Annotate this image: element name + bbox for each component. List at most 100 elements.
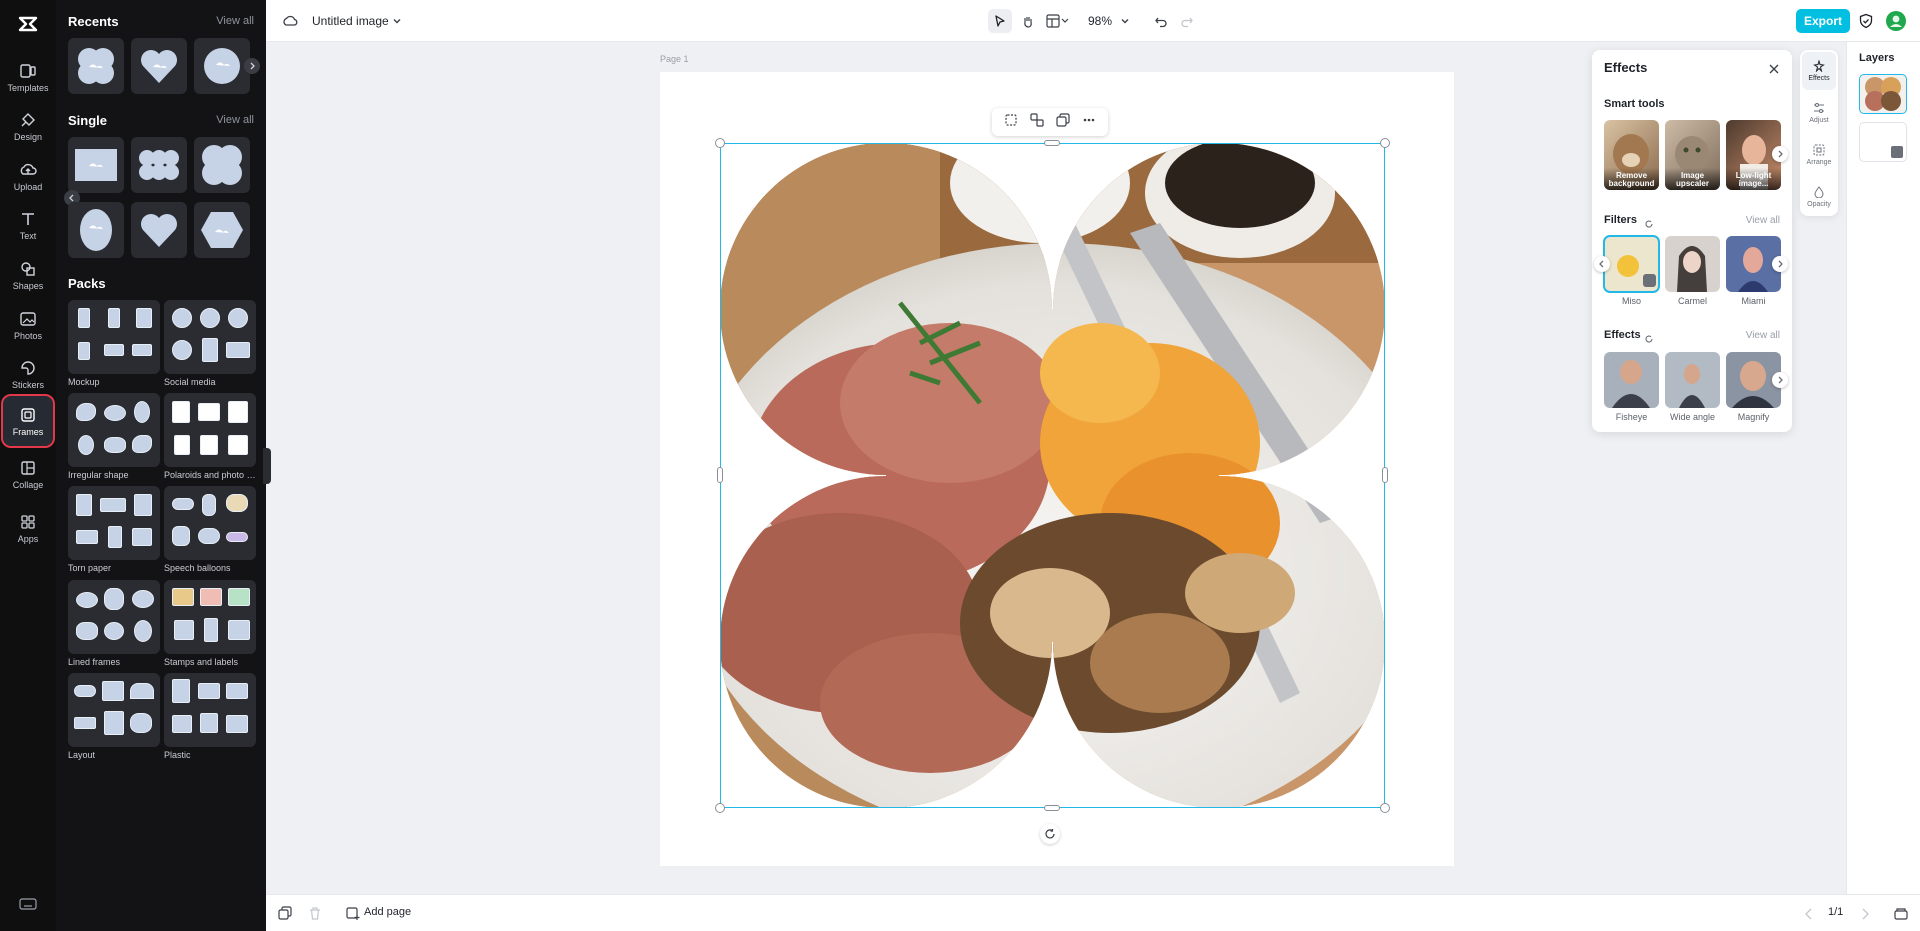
redo-icon[interactable]	[1180, 9, 1194, 33]
rail-item-collage[interactable]: Collage	[3, 451, 53, 497]
page-layers-icon[interactable]	[278, 906, 292, 925]
smart-tools-next-arrow[interactable]	[1772, 146, 1788, 162]
more-options-icon[interactable]	[1082, 113, 1096, 132]
resize-handle-se[interactable]	[1380, 803, 1390, 813]
title-dropdown-chevron-icon[interactable]	[392, 9, 402, 33]
rail-item-templates[interactable]: Templates	[3, 54, 53, 100]
tool-opacity[interactable]: Opacity	[1802, 178, 1836, 216]
effects-next-arrow[interactable]	[1772, 372, 1788, 388]
rail-item-shapes[interactable]: Shapes	[3, 252, 53, 298]
resize-handle-w[interactable]	[717, 467, 723, 483]
filters-next-arrow[interactable]	[1772, 256, 1788, 272]
resize-handle-ne[interactable]	[1380, 138, 1390, 148]
pack-label: Stamps and labels	[164, 657, 239, 667]
rail-item-apps[interactable]: Apps	[3, 505, 53, 551]
recents-view-all[interactable]: View all	[216, 15, 254, 27]
resize-handle-nw[interactable]	[715, 138, 725, 148]
pack-lined-frames[interactable]	[68, 580, 160, 654]
undo-icon[interactable]	[1154, 9, 1168, 33]
frame-tile-heart[interactable]	[131, 38, 187, 94]
tool-adjust[interactable]: Adjust	[1802, 94, 1836, 132]
pack-speech-balloons[interactable]	[164, 486, 256, 560]
filter-carmel[interactable]	[1665, 236, 1720, 292]
single-view-all[interactable]: View all	[216, 114, 254, 126]
frame-tile-circle[interactable]	[194, 38, 250, 94]
cloud-sync-icon[interactable]	[282, 9, 298, 33]
filter-label: Miso	[1621, 296, 1641, 306]
avatar[interactable]	[1886, 9, 1906, 33]
filters-prev-arrow[interactable]	[1594, 256, 1610, 272]
pack-polaroids[interactable]	[164, 393, 256, 467]
frame-tile-hexagon[interactable]	[194, 202, 250, 258]
resize-handle-sw[interactable]	[715, 803, 725, 813]
export-button[interactable]: Export	[1796, 9, 1850, 33]
layer-thumb-background[interactable]	[1859, 122, 1907, 162]
selection-box	[720, 143, 1385, 808]
select-tool-icon[interactable]	[988, 9, 1012, 33]
rail-item-stickers[interactable]: Stickers	[3, 351, 53, 397]
select-area-icon[interactable]	[1004, 113, 1018, 132]
page-manager-icon[interactable]	[1894, 906, 1908, 925]
rail-item-photos[interactable]: Photos	[3, 302, 53, 348]
duplicate-icon[interactable]	[1056, 112, 1070, 132]
resize-handle-e[interactable]	[1382, 467, 1388, 483]
rail-label: Photos	[13, 330, 43, 341]
rail-item-frames[interactable]: Frames	[1, 394, 55, 448]
resize-handle-n[interactable]	[1044, 140, 1060, 146]
panel-collapse-handle[interactable]	[263, 448, 271, 484]
frame-tile-quatrefoil[interactable]	[194, 137, 250, 193]
text-icon	[19, 210, 37, 228]
layer-thumb-photo[interactable]	[1859, 74, 1907, 114]
smart-tool-image-upscaler[interactable]: Image upscaler	[1665, 120, 1720, 190]
zoom-chevron-icon[interactable]	[1120, 9, 1130, 33]
smart-tool-remove-background[interactable]: Remove background	[1604, 120, 1659, 190]
rail-item-text[interactable]: Text	[3, 202, 53, 248]
effects-view-all[interactable]: View all	[1746, 330, 1780, 341]
filters-view-all[interactable]: View all	[1746, 215, 1780, 226]
add-page-button[interactable]: Add page	[364, 906, 411, 918]
delete-page-icon[interactable]	[308, 906, 322, 925]
tool-label: Arrange	[1806, 159, 1832, 166]
smart-tool-label: Remove background	[1604, 168, 1659, 190]
layout-tool-icon[interactable]	[1046, 9, 1070, 33]
prev-page-icon[interactable]	[1804, 907, 1814, 925]
tool-arrange[interactable]: Arrange	[1802, 136, 1836, 174]
smart-tool-label: Low-light image...	[1726, 168, 1781, 190]
hand-tool-icon[interactable]	[1016, 9, 1040, 33]
pack-plastic[interactable]	[164, 673, 256, 747]
pack-torn-paper[interactable]	[68, 486, 160, 560]
pack-social-media[interactable]	[164, 300, 256, 374]
add-page-icon[interactable]	[346, 906, 360, 925]
tool-label: Adjust	[1809, 117, 1829, 124]
next-page-icon[interactable]	[1860, 907, 1870, 925]
effect-wide-angle[interactable]	[1665, 352, 1720, 408]
packs-title: Packs	[68, 276, 106, 291]
zoom-level[interactable]: 98%	[1088, 9, 1112, 33]
frame-tile-scallop[interactable]	[131, 137, 187, 193]
bottom-bar: Add page 1/1	[266, 894, 1920, 931]
recents-next-arrow[interactable]	[244, 58, 260, 74]
pack-mockup[interactable]	[68, 300, 160, 374]
tool-effects[interactable]: Effects	[1802, 52, 1836, 90]
close-icon[interactable]	[1768, 62, 1780, 80]
pack-label: Torn paper	[68, 563, 112, 573]
frame-tile-oval[interactable]	[68, 202, 124, 258]
pack-layout[interactable]	[68, 673, 160, 747]
frame-tile-heart-2[interactable]	[131, 202, 187, 258]
keyboard-shortcuts-icon[interactable]	[19, 897, 37, 911]
pack-label: Mockup	[68, 377, 100, 387]
shield-icon[interactable]	[1858, 9, 1874, 33]
document-title[interactable]: Untitled image	[312, 9, 389, 33]
frame-tile-rectangle[interactable]	[68, 137, 124, 193]
rail-item-upload[interactable]: Upload	[3, 153, 53, 199]
resize-handle-s[interactable]	[1044, 805, 1060, 811]
replace-image-icon[interactable]	[1030, 112, 1044, 132]
pack-stamps-labels[interactable]	[164, 580, 256, 654]
frame-tile-cloud[interactable]	[68, 38, 124, 94]
capcut-logo-icon[interactable]	[16, 12, 40, 36]
filter-miso[interactable]	[1603, 235, 1660, 293]
rotate-icon[interactable]	[1040, 824, 1060, 844]
pack-irregular-shape[interactable]	[68, 393, 160, 467]
rail-item-design[interactable]: Design	[3, 103, 53, 149]
effect-fisheye[interactable]	[1604, 352, 1659, 408]
